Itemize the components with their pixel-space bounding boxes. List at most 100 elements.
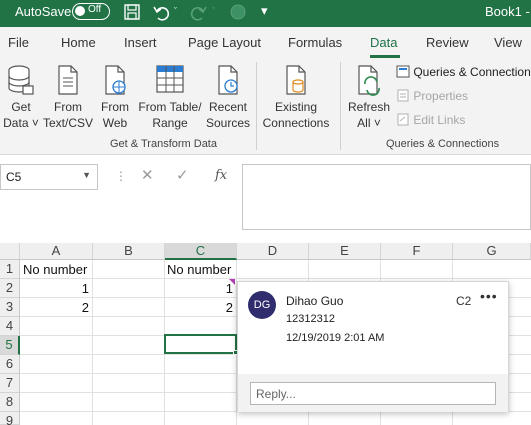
recent-sources-button[interactable]: Recent Sources [205,64,251,131]
edit-links-button: Edit Links [396,113,465,127]
name-box-value: C5 [6,170,22,184]
selected-cell-c5[interactable] [164,334,237,354]
avatar: DG [248,291,276,319]
from-text-csv-label-1: From [54,100,82,114]
existing-connections-label-2: Connections [262,116,330,130]
comment-indicator[interactable] [229,279,235,285]
row-header-5[interactable]: 5 [0,336,20,355]
ribbon: Get Data ˅ From Text/CSV From Web From T… [0,58,531,155]
column-header-c[interactable]: C [165,243,237,260]
undo-icon[interactable] [152,3,170,21]
row-header-3[interactable]: 3 [0,298,20,317]
refresh-all-label-2: All ˅ [357,116,381,130]
gridline [92,260,93,425]
cell-c1[interactable]: No number [167,260,231,279]
tab-file[interactable]: File [8,35,29,50]
existing-connections-button[interactable]: Existing Connections [260,64,332,131]
row-header-4[interactable]: 4 [0,317,20,336]
reply-input[interactable]: Reply... [250,382,496,405]
comment-footer: Reply... [238,374,508,412]
queries-connections-label: Queries & Connections [413,65,531,79]
cell-a3[interactable]: 2 [20,298,92,317]
undo-dropdown-icon[interactable]: ˇ [174,6,177,16]
formula-bar-grip-icon[interactable]: ⋮ [115,169,127,183]
name-box-dropdown-icon[interactable]: ▼ [82,170,91,180]
more-options-icon[interactable]: ••• [480,288,498,304]
cell-c2[interactable]: 1 [164,279,236,298]
properties-icon [397,89,409,102]
refresh-all-button[interactable]: Refresh All ˅ [346,64,392,131]
table-icon [156,65,184,93]
book-title: Book1 - [485,4,530,19]
column-header-g[interactable]: G [453,243,531,260]
from-table-range-label-1: From Table/ [138,100,202,114]
toggle-knob [75,6,85,16]
comment-card: DG Dihao Guo C2 ••• 12312312 12/19/2019 … [237,281,509,412]
tab-page-layout[interactable]: Page Layout [188,35,261,50]
from-table-range-label-2: Range [152,116,188,130]
customize-toolbar-icon[interactable]: ▾ [261,3,268,19]
ribbon-tabs: File Home Insert Page Layout Formulas Da… [0,27,531,58]
enter-icon: ✓ [176,167,189,184]
insert-function-icon[interactable]: fx [215,168,227,183]
from-table-range-button[interactable]: From Table/ Range [137,64,203,131]
tab-insert[interactable]: Insert [124,35,157,50]
from-text-csv-button[interactable]: From Text/CSV [42,64,94,131]
from-web-label-2: Web [102,116,128,130]
from-text-csv-label-2: Text/CSV [42,116,93,130]
existing-connections-icon [286,65,306,95]
recent-sources-label-1: Recent [208,100,248,114]
queries-connections-icon [396,65,410,78]
recent-sources-label-2: Sources [205,116,251,130]
row-header-1[interactable]: 1 [0,260,20,279]
get-transform-group-label: Get & Transform Data [110,138,217,150]
properties-button: Properties [396,89,468,103]
column-header-e[interactable]: E [309,243,381,260]
properties-label: Properties [413,89,469,103]
edit-links-icon [397,113,409,126]
comment-timestamp: 12/19/2019 2:01 AM [286,332,385,344]
redo-icon [190,6,207,21]
ribbon-group-separator [340,62,341,150]
web-icon [105,65,126,95]
row-header-2[interactable]: 2 [0,279,20,298]
ribbon-separator [256,62,257,150]
name-box[interactable]: C5 ▼ [0,164,98,190]
tab-data[interactable]: Data [370,35,397,50]
row-header-9[interactable]: 9 [0,412,20,425]
recent-sources-icon [218,65,238,95]
row-header-6[interactable]: 6 [0,355,20,374]
cell-a2[interactable]: 1 [20,279,92,298]
column-header-a[interactable]: A [20,243,93,260]
comment-cell-ref: C2 [456,294,472,308]
tab-formulas[interactable]: Formulas [288,35,342,50]
row-header-8[interactable]: 8 [0,393,20,412]
from-web-label-1: From [101,100,129,114]
refresh-all-label-1: Refresh [347,100,391,114]
column-header-f[interactable]: F [381,243,453,260]
existing-connections-label-1: Existing [274,100,318,114]
touch-mode-icon [230,4,246,20]
save-icon[interactable] [123,3,141,21]
queries-connections-button[interactable]: Queries & Connections [396,65,531,79]
cell-a1[interactable]: No number [23,260,87,279]
get-data-button[interactable]: Get Data ˅ [1,64,41,131]
formula-input[interactable] [242,164,531,230]
column-header-d[interactable]: D [237,243,309,260]
cell-c3[interactable]: 2 [164,298,236,317]
comment-author: Dihao Guo [286,294,344,308]
tab-home[interactable]: Home [61,35,96,50]
autosave-toggle[interactable]: Off [72,3,110,20]
gridline [20,278,531,279]
tab-review[interactable]: Review [426,35,469,50]
column-header-b[interactable]: B [93,243,165,260]
from-web-button[interactable]: From Web [97,64,133,131]
get-data-label-2: Data ˅ [3,116,39,130]
autosave-label: AutoSave [15,4,72,19]
row-header-7[interactable]: 7 [0,374,20,393]
tab-view[interactable]: View [494,35,522,50]
formula-bar: C5 ▼ ⋮ ✕ ✓ fx [0,155,531,243]
refresh-icon [358,65,380,96]
autosave-state: Off [88,4,102,15]
select-all-corner[interactable] [0,243,20,260]
